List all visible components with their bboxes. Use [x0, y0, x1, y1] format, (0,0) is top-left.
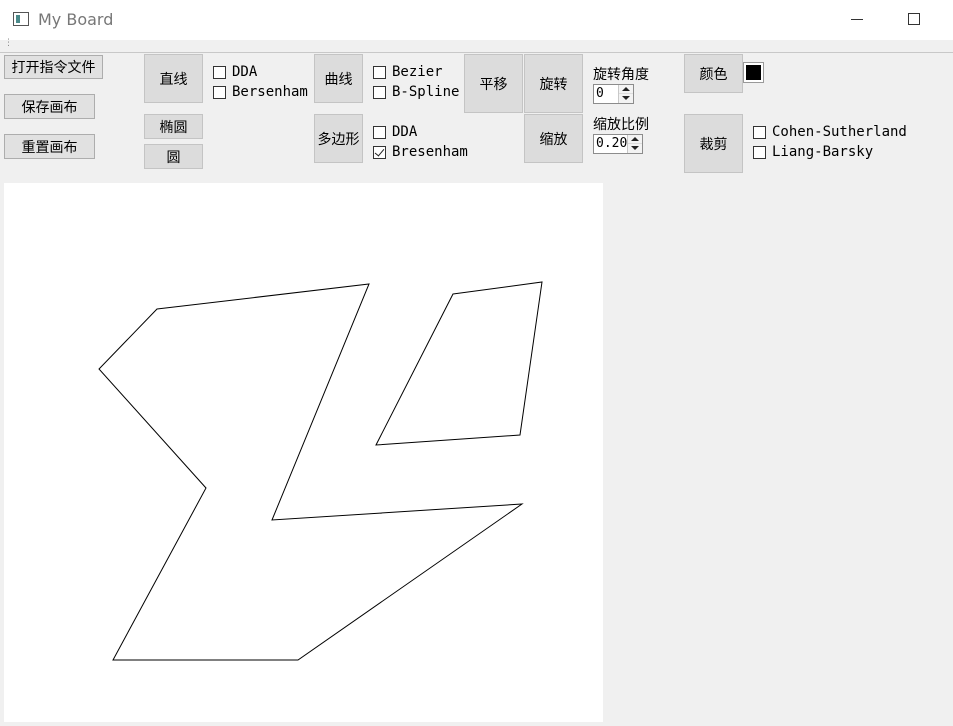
- scale-ratio-spinbox[interactable]: 0.20: [593, 134, 643, 154]
- save-canvas-button[interactable]: 保存画布: [4, 94, 95, 119]
- rotation-angle-spinbox[interactable]: 0: [593, 84, 634, 104]
- circle-button[interactable]: 圆: [144, 144, 203, 169]
- color-swatch-fill: [746, 65, 761, 80]
- scale-ratio-value[interactable]: 0.20: [596, 136, 627, 151]
- checkbox-box: [373, 125, 386, 139]
- drawn-polygon-2: [375, 281, 543, 446]
- scale-button[interactable]: 缩放: [524, 114, 583, 163]
- title-bar: My Board: [0, 0, 953, 40]
- checkbox-box: [753, 125, 766, 139]
- curve-bspline-checkbox[interactable]: B-Spline: [373, 83, 459, 101]
- rotate-button[interactable]: 旋转: [524, 54, 583, 113]
- toolbar-handle[interactable]: [0, 38, 953, 53]
- spin-buttons: [627, 135, 642, 153]
- spin-buttons: [618, 85, 633, 103]
- window-title: My Board: [38, 10, 114, 29]
- checkbox-label: DDA: [392, 124, 418, 140]
- checkbox-box: [373, 145, 386, 159]
- spin-up-icon[interactable]: [619, 85, 633, 94]
- current-color-swatch[interactable]: [743, 62, 764, 83]
- polygon-bresenham-checkbox[interactable]: Bresenham: [373, 143, 468, 161]
- clip-button[interactable]: 裁剪: [684, 114, 743, 173]
- ellipse-button[interactable]: 椭圆: [144, 114, 203, 139]
- checkbox-label: Liang-Barsky: [772, 144, 874, 160]
- checkbox-box: [213, 85, 226, 99]
- polygon-button[interactable]: 多边形: [314, 114, 363, 163]
- spin-down-icon[interactable]: [628, 144, 642, 153]
- checkbox-box: [373, 85, 386, 99]
- app-window-icon: [13, 12, 29, 26]
- drawing-canvas[interactable]: [4, 183, 603, 722]
- minimize-icon[interactable]: [846, 8, 870, 32]
- spin-up-icon[interactable]: [628, 135, 642, 144]
- color-button[interactable]: 颜色: [684, 54, 743, 93]
- drawn-polygon-1: [98, 283, 524, 661]
- checkbox-label: Bersenham: [232, 84, 308, 100]
- spin-down-icon[interactable]: [619, 94, 633, 103]
- checkbox-label: DDA: [232, 64, 258, 80]
- line-button[interactable]: 直线: [144, 54, 203, 103]
- checkbox-label: B-Spline: [392, 84, 460, 100]
- canvas-drawing: [98, 281, 543, 661]
- checkbox-label: Bezier: [392, 64, 443, 80]
- translate-button[interactable]: 平移: [464, 54, 523, 113]
- checkbox-label: Cohen-Sutherland: [772, 124, 907, 140]
- checkbox-box: [753, 145, 766, 159]
- clip-liang-barsky-checkbox[interactable]: Liang-Barsky: [753, 143, 873, 161]
- maximize-icon[interactable]: [903, 8, 927, 32]
- clip-cohen-sutherland-checkbox[interactable]: Cohen-Sutherland: [753, 123, 907, 141]
- checkbox-label: Bresenham: [392, 144, 468, 160]
- open-command-file-button[interactable]: 打开指令文件: [4, 55, 103, 79]
- curve-button[interactable]: 曲线: [314, 54, 363, 103]
- curve-bezier-checkbox[interactable]: Bezier: [373, 63, 443, 81]
- rotation-angle-value[interactable]: 0: [596, 86, 604, 101]
- polygon-dda-checkbox[interactable]: DDA: [373, 123, 417, 141]
- checkbox-box: [373, 65, 386, 79]
- reset-canvas-button[interactable]: 重置画布: [4, 134, 95, 159]
- line-dda-checkbox[interactable]: DDA: [213, 63, 257, 81]
- line-bresenham-checkbox[interactable]: Bersenham: [213, 83, 308, 101]
- scale-ratio-label: 缩放比例: [593, 117, 649, 133]
- checkbox-box: [213, 65, 226, 79]
- rotation-angle-label: 旋转角度: [593, 67, 649, 83]
